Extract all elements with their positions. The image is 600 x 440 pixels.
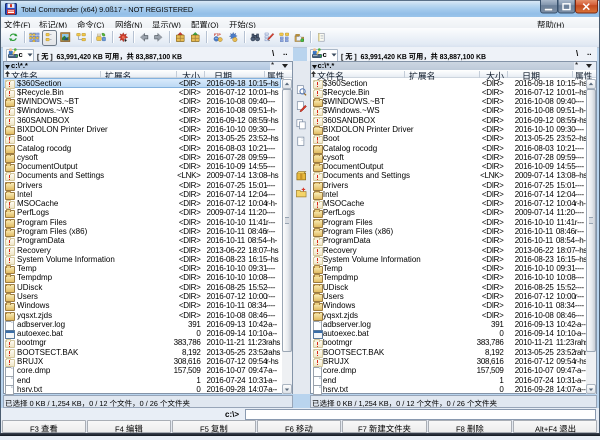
svg-text:FTP: FTP	[213, 32, 220, 36]
